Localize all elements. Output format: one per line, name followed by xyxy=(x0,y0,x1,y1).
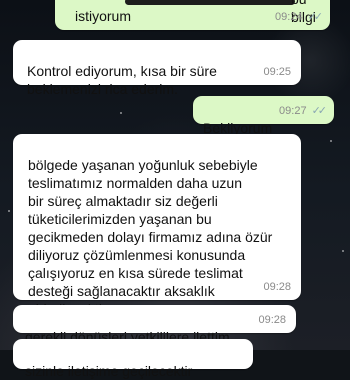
message-bubble-outgoing[interactable]: bu bilgi istiyorum 09:24 ✓✓ xyxy=(55,0,330,30)
double-check-icon: ✓✓ xyxy=(311,105,328,117)
wallpaper-star xyxy=(8,210,10,212)
redaction-scribble xyxy=(125,0,295,5)
message-time: 09:28 xyxy=(263,281,291,293)
message-meta: 09:25 xyxy=(263,63,291,81)
message-text: sizinle iletişime geçilecektir xyxy=(25,363,193,379)
message-time: 09:28 xyxy=(258,314,286,326)
message-meta: 09:27 ✓✓ xyxy=(279,102,328,120)
message-text: bölgede yaşanan yoğunluk sebebiyle tesli… xyxy=(28,157,273,317)
message-meta: 09:28 xyxy=(263,278,291,296)
message-meta: 09:24 ✓✓ xyxy=(275,8,324,26)
message-time: 09:27 xyxy=(279,105,307,117)
message-meta: 09:28 xyxy=(258,311,286,329)
message-bubble-incoming[interactable]: bölgede yaşanan yoğunluk sebebiyle tesli… xyxy=(13,134,301,317)
message-time: 09:24 xyxy=(275,11,303,23)
message-bubble-outgoing[interactable]: Bekliyorum 09:27 ✓✓ xyxy=(193,96,334,136)
message-text: istiyorum xyxy=(75,8,132,24)
wallpaper-star xyxy=(342,250,344,252)
message-bubble-incoming[interactable]: sizinle iletişime geçilecektir xyxy=(13,339,253,379)
double-check-icon: ✓✓ xyxy=(307,11,324,23)
message-bubble-incoming[interactable]: Kontrol ediyorum, kısa bir süre beklemen… xyxy=(13,40,301,97)
wallpaper-star xyxy=(330,140,332,142)
wallpaper-star xyxy=(120,112,122,114)
message-bubble-incoming[interactable]: gerekli dönüşleri yetkililere ilettim 09… xyxy=(13,305,296,345)
message-time: 09:25 xyxy=(263,66,291,78)
